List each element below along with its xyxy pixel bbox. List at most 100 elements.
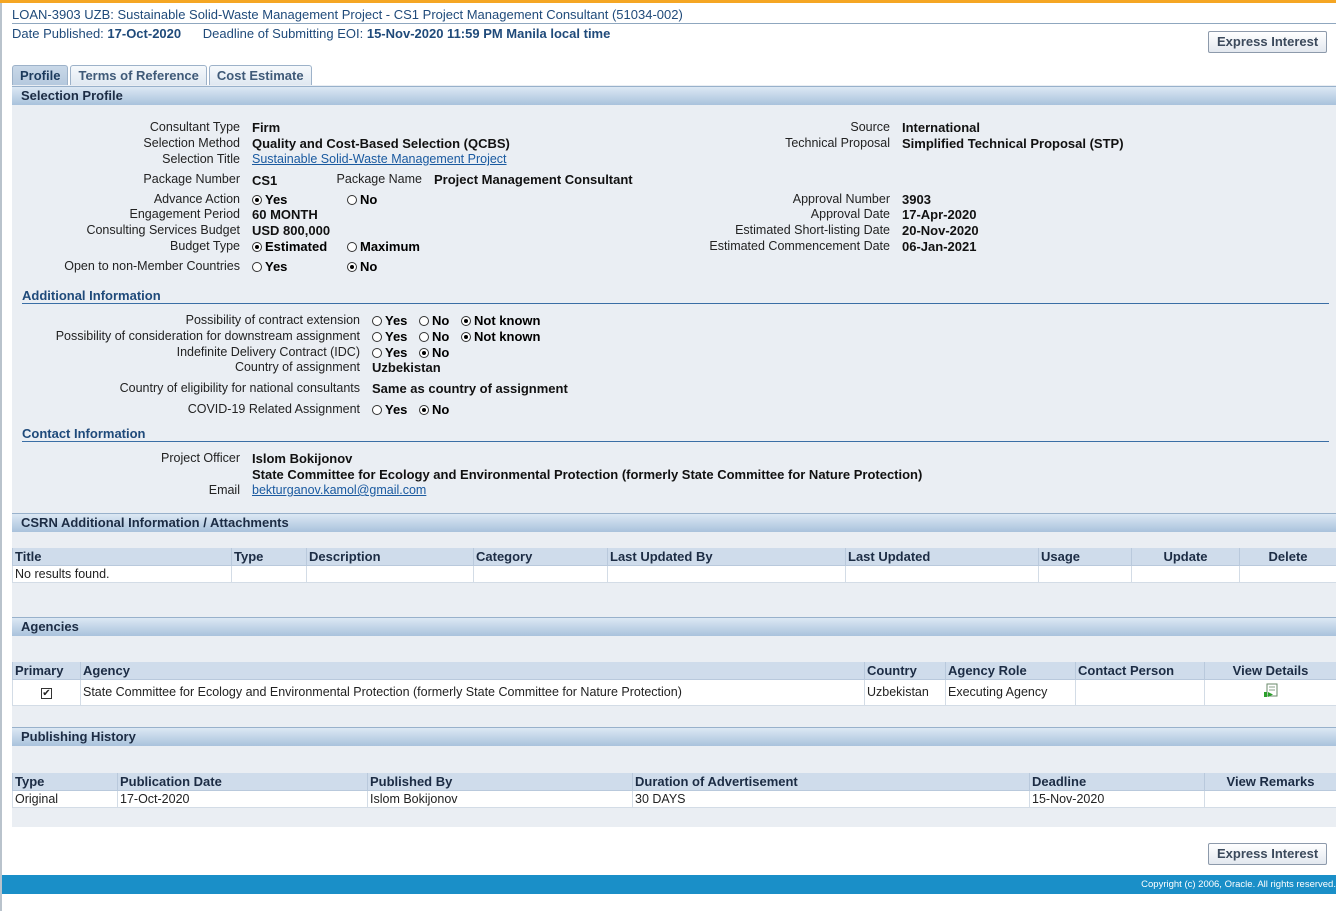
publishing-history-table: Type Publication Date Published By Durat… [12, 773, 1336, 808]
covid-label: COVID-19 Related Assignment [187, 402, 360, 416]
advance-action-no-radio[interactable]: No [347, 192, 377, 207]
approval-number-label: Approval Number [792, 192, 890, 206]
budget-type-estimated-radio[interactable]: Estimated [252, 239, 327, 254]
deadline-label: Deadline of Submitting EOI: [202, 26, 364, 41]
idc-label: Indefinite Delivery Contract (IDC) [176, 345, 360, 359]
engagement-period-label: Engagement Period [129, 207, 241, 221]
package-name-value: Project Management Consultant [434, 172, 633, 187]
publishing-history-header: Publishing History [12, 727, 1336, 746]
open-non-member-yes-radio[interactable]: Yes [252, 259, 287, 274]
engagement-period-value: 60 MONTH [252, 207, 318, 222]
budget-label: Consulting Services Budget [86, 223, 240, 237]
radio-selected-icon [252, 195, 262, 205]
agencies-header: Agencies [12, 617, 1336, 636]
open-non-member-label: Open to non-Member Countries [64, 259, 240, 273]
copyright-text: Copyright (c) 2006, Oracle. All rights r… [1141, 879, 1336, 890]
radio-unselected-icon [347, 195, 357, 205]
express-interest-button-bottom[interactable]: Express Interest [1208, 843, 1328, 865]
col-delete: Delete [1239, 548, 1336, 566]
tab-terms-of-reference[interactable]: Terms of Reference [70, 65, 207, 85]
view-details-icon[interactable] [1263, 683, 1279, 697]
idc-no-radio[interactable]: No [419, 345, 449, 360]
deadline-cell: 15-Nov-2020 [1029, 789, 1205, 808]
email-link[interactable]: bekturganov.kamol@gmail.com [252, 483, 426, 497]
open-non-member-no-radio[interactable]: No [347, 259, 377, 274]
table-row: Original 17-Oct-2020 Islom Bokijonov 30 … [12, 789, 1336, 808]
budget-type-maximum-radio[interactable]: Maximum [347, 239, 420, 254]
radio-unselected-icon [372, 332, 382, 342]
selection-method-label: Selection Method [143, 136, 240, 150]
tab-profile[interactable]: Profile [12, 65, 69, 85]
selection-method-value: Quality and Cost-Based Selection (QCBS) [252, 136, 510, 151]
package-number-value: CS1 [252, 173, 278, 188]
col-contact-person: Contact Person [1075, 662, 1205, 680]
selection-title-label: Selection Title [162, 152, 240, 166]
col-type[interactable]: Type [231, 548, 307, 566]
agencies-table: Primary Agency Country Agency Role Conta… [12, 662, 1336, 706]
advance-action-label: Advance Action [153, 192, 240, 206]
col-category[interactable]: Category [473, 548, 608, 566]
col-last-updated-by[interactable]: Last Updated By [607, 548, 846, 566]
contract-extension-label: Possibility of contract extension [185, 313, 360, 327]
col-type: Type [12, 773, 118, 791]
approval-number-value: 3903 [902, 192, 931, 207]
col-country: Country [864, 662, 946, 680]
col-agency-role: Agency Role [945, 662, 1076, 680]
consultant-type-value: Firm [252, 120, 281, 135]
covid-no-radio[interactable]: No [419, 402, 449, 417]
source-label: Source [850, 120, 890, 134]
footer-bar: Copyright (c) 2006, Oracle. All rights r… [2, 875, 1336, 894]
downstream-not-known-radio[interactable]: Not known [461, 329, 540, 344]
attachments-table: Title Type Description Category Last Upd… [12, 548, 1336, 583]
agencies-header-row: Primary Agency Country Agency Role Conta… [12, 662, 1336, 680]
selection-title-link[interactable]: Sustainable Solid-Waste Management Proje… [252, 152, 507, 166]
title-divider [12, 23, 1336, 24]
empty-message: No results found. [12, 564, 232, 583]
view-remarks-cell [1204, 789, 1336, 808]
radio-unselected-icon [252, 262, 262, 272]
col-publication-date: Publication Date [117, 773, 368, 791]
additional-information-header: Additional Information [22, 288, 1329, 304]
covid-yes-radio[interactable]: Yes [372, 402, 407, 417]
col-usage[interactable]: Usage [1038, 548, 1132, 566]
table-row: ✔ State Committee for Ecology and Enviro… [12, 678, 1336, 706]
col-last-updated[interactable]: Last Updated [845, 548, 1039, 566]
project-officer-label: Project Officer [161, 451, 240, 465]
deadline-value: 15-Nov-2020 11:59 PM Manila local time [366, 26, 611, 41]
downstream-no-radio[interactable]: No [419, 329, 449, 344]
express-interest-button-top[interactable]: Express Interest [1208, 31, 1328, 53]
shortlisting-date-value: 20-Nov-2020 [902, 223, 979, 238]
shortlisting-date-label: Estimated Short-listing Date [735, 223, 890, 237]
country-of-assignment-label: Country of assignment [234, 360, 360, 374]
package-name-label: Package Name [336, 172, 422, 186]
email-label: Email [208, 483, 240, 497]
idc-yes-radio[interactable]: Yes [372, 345, 407, 360]
col-duration: Duration of Advertisement [632, 773, 1030, 791]
advance-action-yes-radio[interactable]: Yes [252, 192, 287, 207]
tab-cost-estimate[interactable]: Cost Estimate [208, 65, 312, 85]
col-view-remarks: View Remarks [1204, 773, 1336, 791]
radio-unselected-icon [372, 316, 382, 326]
page-title: LOAN-3903 UZB: Sustainable Solid-Waste M… [12, 7, 683, 22]
agency-cell: State Committee for Ecology and Environm… [80, 678, 865, 706]
extension-yes-radio[interactable]: Yes [372, 313, 407, 328]
primary-checkbox[interactable]: ✔ [41, 688, 52, 699]
officer-organization: State Committee for Ecology and Environm… [252, 467, 923, 482]
col-title[interactable]: Title [12, 548, 232, 566]
col-agency: Agency [80, 662, 865, 680]
attachments-header: CSRN Additional Information / Attachment… [12, 513, 1336, 532]
technical-proposal-label: Technical Proposal [785, 136, 890, 150]
approval-date-label: Approval Date [810, 207, 890, 221]
downstream-yes-radio[interactable]: Yes [372, 329, 407, 344]
publication-line: Date Published: 17-Oct-2020 Deadline of … [12, 26, 610, 41]
extension-no-radio[interactable]: No [419, 313, 449, 328]
extension-not-known-radio[interactable]: Not known [461, 313, 540, 328]
radio-selected-icon [419, 348, 429, 358]
published-by-cell: Islom Bokijonov [367, 789, 633, 808]
selection-profile-header: Selection Profile [12, 86, 1336, 105]
col-description[interactable]: Description [306, 548, 474, 566]
col-view-details: View Details [1204, 662, 1336, 680]
col-deadline: Deadline [1029, 773, 1205, 791]
radio-unselected-icon [372, 348, 382, 358]
radio-selected-icon [252, 242, 262, 252]
